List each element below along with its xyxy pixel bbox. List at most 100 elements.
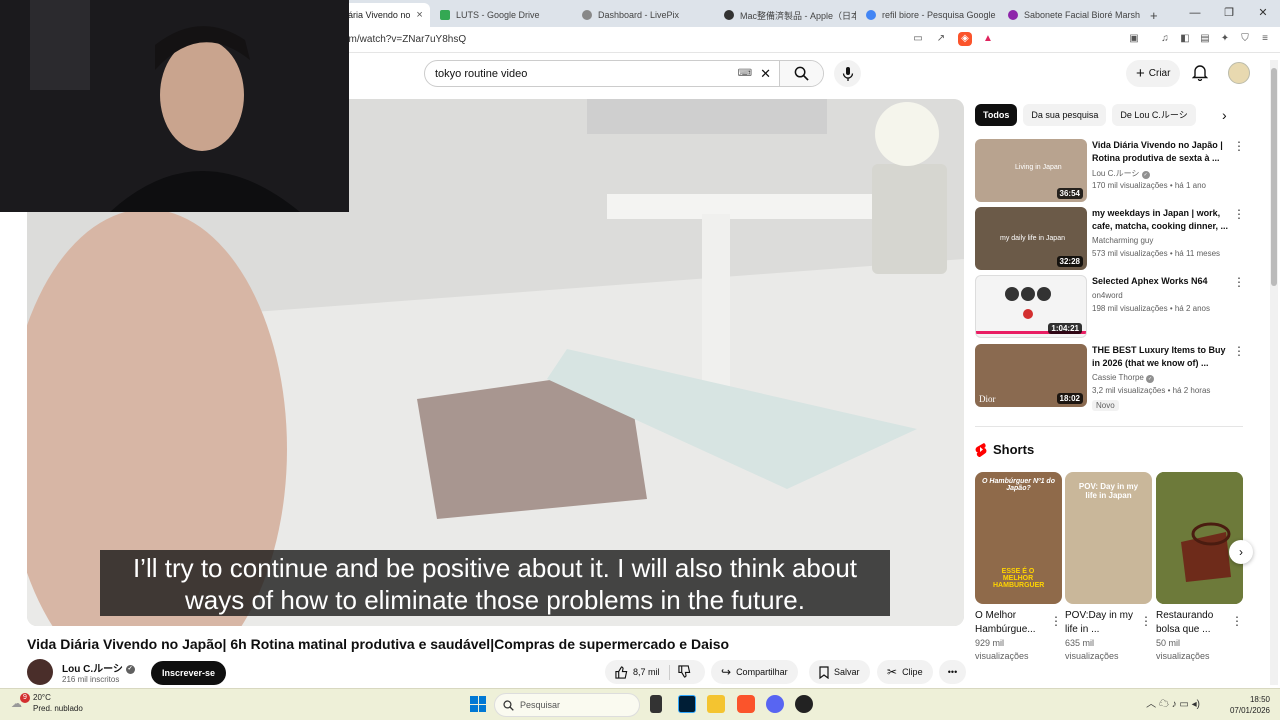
tab-google-search[interactable]: refil biore - Pesquisa Google — [858, 3, 998, 27]
short-thumbnail[interactable] — [1156, 472, 1243, 604]
channel-avatar[interactable] — [27, 659, 53, 685]
video-title[interactable]: Selected Aphex Works N64 — [1092, 275, 1232, 288]
account-avatar[interactable] — [1228, 62, 1250, 84]
channel-name[interactable]: on4word — [1092, 291, 1123, 300]
channel-name[interactable]: Matcharming guy — [1092, 236, 1153, 245]
share-icon[interactable]: ↗ — [934, 32, 948, 46]
recommended-video[interactable]: my daily life in Japan 32:28 my weekdays… — [975, 207, 1250, 271]
restore-button[interactable]: ❐ — [1212, 0, 1246, 27]
video-thumbnail[interactable]: 1:04:21 — [975, 275, 1087, 338]
shorts-next-button[interactable]: › — [1229, 540, 1253, 564]
tab-sabonete[interactable]: Sabonete Facial Bioré Marshm — [1000, 3, 1140, 27]
page-scrollbar[interactable] — [1270, 60, 1278, 685]
search-input[interactable]: tokyo routine video — [425, 68, 738, 80]
short-item[interactable]: O Hambúrguer Nº1 do Japão? ESSE É O MELH… — [975, 472, 1062, 663]
keyboard-icon[interactable]: ⌨ — [738, 68, 752, 79]
section-divider — [975, 426, 1243, 427]
more-actions-button[interactable]: ••• — [939, 660, 966, 684]
short-thumbnail[interactable]: POV: Day in my life in Japan — [1065, 472, 1152, 604]
channel-name[interactable]: Cassie Thorpe ✓ — [1092, 373, 1155, 383]
more-vert-icon[interactable]: ⋮ — [1140, 614, 1152, 628]
dislike-button[interactable] — [668, 664, 691, 680]
sidebar-icon[interactable]: ▣ — [1127, 32, 1141, 46]
video-thumbnail[interactable]: Living in Japan 36:54 — [975, 139, 1087, 202]
tab-youtube-video[interactable]: ária Vivendo no × — [340, 3, 430, 27]
more-vert-icon[interactable]: ⋮ — [1233, 344, 1245, 358]
short-title[interactable]: POV:Day in my life in ... — [1065, 609, 1137, 637]
close-window-button[interactable]: ✕ — [1246, 0, 1280, 27]
subscriber-count: 216 mil inscritos — [62, 675, 120, 684]
channel-name[interactable]: Lou C.ルーシ ✓ — [1092, 168, 1150, 179]
new-tab-button[interactable]: + — [1142, 3, 1162, 27]
video-title[interactable]: Vida Diária Vivendo no Japão | Rotina pr… — [1092, 139, 1232, 165]
taskbar-search[interactable]: Pesquisar — [494, 693, 640, 717]
more-vert-icon[interactable]: ⋮ — [1233, 139, 1245, 153]
video-meta: 573 mil visualizações • há 11 meses — [1092, 249, 1221, 258]
system-tray[interactable]: ︿ ☁ ♪ ▭ ◂) 18:50 07/01/2026 — [1146, 694, 1270, 716]
chip-todos[interactable]: Todos — [975, 104, 1018, 126]
video-thumbnail[interactable]: my daily life in Japan 32:28 — [975, 207, 1087, 270]
recommended-video[interactable]: Living in Japan 36:54 Vida Diária Vivend… — [975, 139, 1250, 203]
search-box[interactable]: tokyo routine video ⌨ ✕ — [424, 60, 824, 87]
short-item[interactable]: Restaurando bolsa que ... 50 mil visuali… — [1156, 472, 1243, 663]
related-filter-chips: Todos Da sua pesquisa De Lou C.ルーシ — [975, 104, 1196, 126]
close-icon[interactable]: × — [410, 9, 422, 21]
install-icon[interactable]: ▭ — [911, 32, 925, 46]
tab-google-drive[interactable]: LUTS - Google Drive — [432, 3, 572, 27]
file-explorer-icon[interactable] — [707, 695, 725, 713]
more-vert-icon[interactable]: ⋮ — [1233, 207, 1245, 221]
save-button[interactable]: Salvar — [809, 660, 870, 684]
start-button[interactable] — [470, 696, 486, 712]
short-title[interactable]: Restaurando bolsa que ... — [1156, 609, 1228, 637]
minimize-button[interactable]: — — [1178, 0, 1212, 27]
weather-widget[interactable]: 9 ☁ 20°C Pred. nublado — [11, 693, 83, 714]
more-vert-icon[interactable]: ⋮ — [1050, 614, 1062, 628]
voice-search-button[interactable] — [834, 60, 861, 87]
share-button[interactable]: ↪ Compartilhar — [711, 660, 798, 684]
brave-shield-icon[interactable]: ◈ — [958, 32, 972, 46]
vpn-icon[interactable]: ⛉ — [1238, 32, 1252, 46]
clip-button[interactable]: ✂ Clipe — [877, 660, 933, 684]
discord-icon[interactable] — [766, 695, 784, 713]
brave-rewards-icon[interactable]: ▲ — [981, 32, 995, 46]
brave-browser-icon[interactable] — [737, 695, 755, 713]
short-title[interactable]: O Melhor Hambúrgue... — [975, 609, 1047, 637]
webcam-overlay — [0, 0, 349, 212]
tab-label: Dashboard - LivePix — [598, 10, 680, 20]
short-thumbnail[interactable]: O Hambúrguer Nº1 do Japão? ESSE É O MELH… — [975, 472, 1062, 604]
leo-ai-icon[interactable]: ✦ — [1218, 32, 1232, 46]
obs-icon[interactable] — [795, 695, 813, 713]
video-duration: 32:28 — [1056, 256, 1083, 267]
recommended-video[interactable]: 1:04:21 Selected Aphex Works N64 on4word… — [975, 275, 1250, 339]
thumbnail-overlay-text: Living in Japan — [1015, 164, 1062, 171]
tab-apple[interactable]: Mac整備済製品 - Apple（日本 — [716, 3, 856, 27]
url-text[interactable]: om/watch?v=ZNar7uY8hsQ — [343, 34, 466, 45]
music-icon[interactable]: ♫ — [1158, 32, 1172, 46]
menu-icon[interactable]: ≡ — [1258, 32, 1272, 46]
scrollbar-thumb[interactable] — [1271, 68, 1277, 286]
video-title[interactable]: my weekdays in Japan | work, cafe, match… — [1092, 207, 1232, 233]
panel-icon[interactable]: ◧ — [1178, 32, 1192, 46]
more-vert-icon[interactable]: ⋮ — [1231, 614, 1243, 628]
video-title[interactable]: THE BEST Luxury Items to Buy in 2026 (th… — [1092, 344, 1232, 370]
notifications-button[interactable] — [1191, 64, 1209, 86]
caption-line-1: I’ll try to continue and be positive abo… — [132, 553, 858, 583]
short-item[interactable]: POV: Day in my life in Japan POV:Day in … — [1065, 472, 1152, 663]
subscribe-button[interactable]: Inscrever-se — [151, 661, 227, 685]
search-button[interactable] — [779, 61, 823, 86]
more-vert-icon[interactable]: ⋮ — [1233, 275, 1245, 289]
clock-time: 18:50 — [1249, 695, 1270, 704]
chevron-right-icon[interactable]: › — [1222, 107, 1227, 123]
clear-search-icon[interactable]: ✕ — [760, 66, 771, 82]
video-thumbnail[interactable]: Dior 18:02 — [975, 344, 1087, 407]
photoshop-icon[interactable] — [678, 695, 696, 713]
wallet-icon[interactable]: ▤ — [1198, 32, 1212, 46]
like-button[interactable]: 8,7 mil — [615, 665, 660, 679]
recommended-video[interactable]: Dior 18:02 THE BEST Luxury Items to Buy … — [975, 344, 1250, 414]
chip-da-sua-pesquisa[interactable]: Da sua pesquisa — [1023, 104, 1107, 126]
tab-livepix[interactable]: Dashboard - LivePix — [574, 3, 714, 27]
task-view-icon[interactable] — [650, 695, 662, 713]
chip-de-lou-c[interactable]: De Lou C.ルーシ — [1112, 104, 1196, 126]
channel-name[interactable]: Lou C.ルーシ ✓ — [62, 660, 135, 675]
create-button[interactable]: + Criar — [1126, 60, 1181, 87]
